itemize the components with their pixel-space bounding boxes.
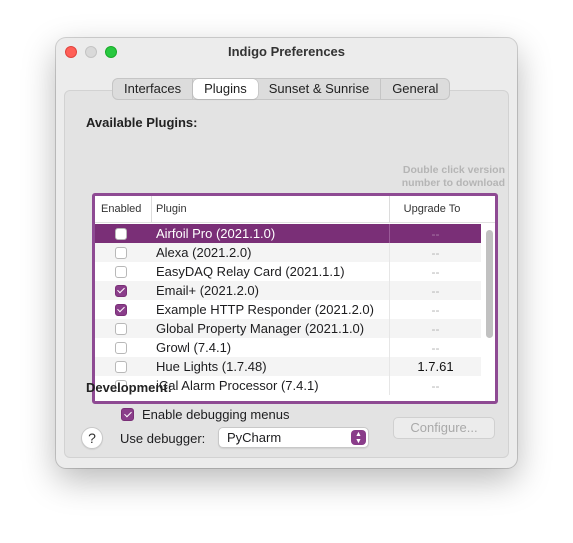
titlebar: Indigo Preferences (56, 38, 517, 66)
enabled-cell (95, 246, 152, 259)
plugins-table[interactable]: Enabled Plugin Upgrade To Airfoil Pro (2… (92, 193, 498, 404)
column-header-enabled[interactable]: Enabled (95, 196, 152, 223)
plugin-name-cell: Hue Lights (1.7.48) (152, 357, 390, 376)
chevron-up-down-icon: ▲ ▼ (351, 430, 366, 445)
enabled-cell (95, 303, 152, 316)
enabled-cell (95, 227, 152, 240)
configure-button[interactable]: Configure... (393, 417, 495, 439)
tab-sunset-sunrise[interactable]: Sunset & Sunrise (258, 79, 382, 99)
upgrade-version-cell: -- (431, 283, 440, 298)
table-scrollbar[interactable] (486, 230, 493, 338)
table-row[interactable]: Alexa (2021.2.0) -- (95, 243, 481, 262)
enabled-cell (95, 322, 152, 335)
enabled-checkbox[interactable] (114, 227, 127, 240)
upgrade-version-cell: -- (431, 321, 440, 336)
development-heading: Development: (86, 380, 172, 395)
upgrade-version-cell: -- (431, 226, 440, 241)
table-row[interactable]: Growl (7.4.1) -- (95, 338, 481, 357)
plugin-name-cell: iCal Alarm Processor (7.4.1) (152, 376, 390, 395)
plugin-name-cell: EasyDAQ Relay Card (2021.1.1) (152, 262, 390, 281)
enabled-checkbox[interactable] (114, 246, 127, 259)
debugger-label: Use debugger: (120, 431, 206, 446)
tab-plugins[interactable]: Plugins (193, 79, 258, 99)
debugger-select-value: PyCharm (227, 430, 282, 445)
available-plugins-heading: Available Plugins: (86, 115, 198, 130)
enabled-checkbox[interactable] (114, 265, 127, 278)
tab-interfaces[interactable]: Interfaces (113, 79, 194, 99)
enabled-cell (95, 284, 152, 297)
column-header-plugin[interactable]: Plugin (152, 196, 390, 223)
upgrade-version-cell: -- (431, 264, 440, 279)
tab-content-panel: Available Plugins: Double click version … (64, 90, 509, 458)
upgrade-version-cell: -- (431, 302, 440, 317)
enabled-cell (95, 360, 152, 373)
enabled-cell (95, 341, 152, 354)
plugin-name-cell: Email+ (2021.2.0) (152, 281, 390, 300)
table-row[interactable]: Global Property Manager (2021.1.0) -- (95, 319, 481, 338)
upgrade-version-cell: -- (431, 378, 440, 393)
plugin-name-cell: Example HTTP Responder (2021.2.0) (152, 300, 390, 319)
tab-bar: Interfaces Plugins Sunset & Sunrise Gene… (112, 78, 451, 100)
debugger-select[interactable]: PyCharm ▲ ▼ (218, 427, 369, 448)
enabled-checkbox[interactable] (114, 322, 127, 335)
enabled-checkbox[interactable] (114, 341, 127, 354)
download-hint: Double click version number to download (401, 164, 505, 189)
table-body: Airfoil Pro (2021.1.0) -- Alexa (2021.2.0)… (95, 224, 481, 395)
table-row[interactable]: Example HTTP Responder (2021.2.0) -- (95, 300, 481, 319)
upgrade-version-cell: -- (431, 245, 440, 260)
enabled-checkbox[interactable] (114, 284, 127, 297)
upgrade-version-cell: -- (431, 340, 440, 355)
column-header-upgrade[interactable]: Upgrade To (390, 196, 480, 223)
debug-menus-checkbox[interactable] (121, 408, 134, 421)
enabled-checkbox[interactable] (114, 360, 127, 373)
preferences-window: Indigo Preferences Interfaces Plugins Su… (56, 38, 517, 468)
plugin-name-cell: Global Property Manager (2021.1.0) (152, 319, 390, 338)
table-row[interactable]: Hue Lights (1.7.48) 1.7.61 (95, 357, 481, 376)
tab-general[interactable]: General (381, 79, 449, 99)
plugin-name-cell: Growl (7.4.1) (152, 338, 390, 357)
enabled-checkbox[interactable] (114, 303, 127, 316)
plugin-name-cell: Airfoil Pro (2021.1.0) (152, 224, 390, 243)
debug-menus-option[interactable]: Enable debugging menus (121, 407, 289, 422)
window-title: Indigo Preferences (227, 44, 346, 59)
help-button[interactable]: ? (81, 427, 103, 449)
table-row[interactable]: Email+ (2021.2.0) -- (95, 281, 481, 300)
table-row[interactable]: Airfoil Pro (2021.1.0) -- (95, 224, 481, 243)
table-header: Enabled Plugin Upgrade To (95, 196, 495, 223)
plugin-name-cell: Alexa (2021.2.0) (152, 243, 390, 262)
enabled-cell (95, 265, 152, 278)
upgrade-version-cell[interactable]: 1.7.61 (390, 359, 481, 374)
table-row[interactable]: EasyDAQ Relay Card (2021.1.1) -- (95, 262, 481, 281)
debug-menus-label: Enable debugging menus (142, 407, 290, 422)
